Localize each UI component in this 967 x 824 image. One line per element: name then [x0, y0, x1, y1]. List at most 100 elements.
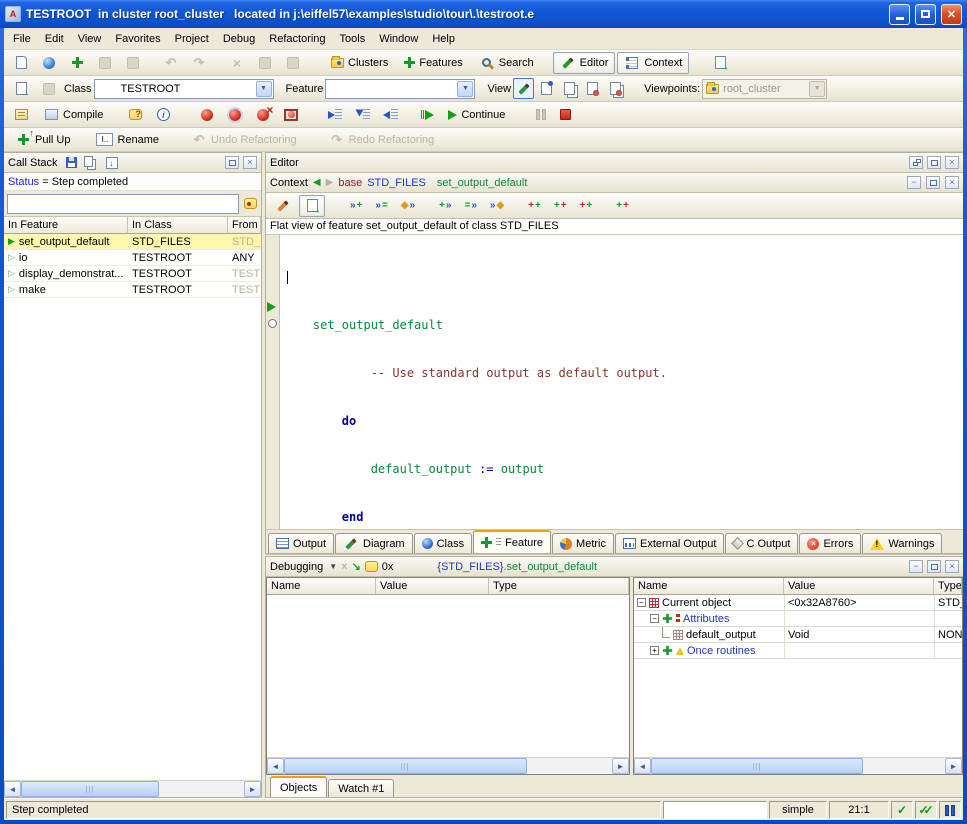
scroll-track[interactable]	[651, 758, 945, 774]
redo-refactoring-button[interactable]: Redo Refactoring	[322, 129, 442, 151]
hex-format-label[interactable]: 0x	[382, 561, 394, 573]
menu-favorites[interactable]: Favorites	[108, 30, 167, 48]
call-stack-close-button[interactable]: ×	[243, 156, 257, 169]
objects-hscrollbar[interactable]	[634, 757, 962, 774]
code-area[interactable]: set_output_default -- Use standard outpu…	[266, 235, 963, 529]
feature-combobox-arrow-icon[interactable]	[457, 81, 473, 97]
tab-watch-1[interactable]: Watch #1	[328, 779, 394, 797]
show-breakpoints-button[interactable]	[278, 104, 304, 126]
history-forward-button[interactable]: ▶	[326, 177, 334, 188]
paste-button[interactable]	[280, 52, 306, 74]
debugging-close-tool-icon[interactable]: ×	[341, 561, 347, 573]
tab-errors[interactable]: ×Errors	[799, 533, 861, 553]
code-text[interactable]: set_output_default -- Use standard outpu…	[280, 235, 963, 529]
save-all-button[interactable]	[120, 52, 146, 74]
expand-toggle[interactable]	[650, 646, 659, 655]
info-button[interactable]: i	[150, 104, 176, 126]
crumb-base[interactable]: base	[338, 177, 362, 189]
breakpoint-gutter[interactable]	[266, 235, 280, 529]
edit-new-feature-button[interactable]	[299, 195, 325, 217]
object-tree-row[interactable]: Attributes	[634, 611, 962, 627]
undo-button[interactable]	[158, 52, 184, 74]
copy-call-stack-button[interactable]	[84, 155, 100, 170]
column-in-class[interactable]: In Class	[128, 217, 228, 234]
maximize-button[interactable]	[915, 4, 936, 25]
call-stack-row[interactable]: ▷display_demonstrat... TESTROOT TESTROOT	[4, 266, 261, 282]
watch-column-type[interactable]: Type	[489, 578, 629, 595]
assignees-button[interactable]: =»	[459, 195, 481, 217]
callers-button[interactable]: »+	[345, 195, 367, 217]
tab-external-output[interactable]: External Output	[615, 533, 724, 553]
history-back-button[interactable]: ◀	[313, 177, 321, 188]
remove-breakpoints-button[interactable]	[250, 104, 276, 126]
clickable-view-button[interactable]	[536, 78, 557, 99]
watch-bubble-icon[interactable]	[365, 561, 378, 572]
cut-button[interactable]	[224, 52, 250, 74]
scroll-track[interactable]	[284, 758, 612, 774]
flat-view-button[interactable]	[559, 78, 580, 99]
debugging-menu-arrow-icon[interactable]: ▼	[329, 562, 337, 571]
watch-column-value[interactable]: Value	[376, 578, 489, 595]
scroll-right-button[interactable]	[945, 758, 962, 774]
rename-button[interactable]: Rename	[89, 129, 166, 151]
scroll-thumb[interactable]	[284, 758, 527, 774]
objects-column-value[interactable]: Value	[784, 578, 934, 595]
tab-feature[interactable]: Feature	[473, 530, 551, 553]
menu-view[interactable]: View	[71, 30, 109, 48]
editor-close-button[interactable]: ×	[945, 156, 959, 169]
watch-hscrollbar[interactable]	[267, 757, 629, 774]
homonyms-button[interactable]: ++	[611, 195, 634, 217]
copy-button[interactable]	[252, 52, 278, 74]
scroll-left-button[interactable]	[4, 781, 21, 797]
menu-refactoring[interactable]: Refactoring	[262, 30, 332, 48]
feature-combobox[interactable]	[325, 79, 475, 99]
tab-class[interactable]: Class	[414, 533, 473, 553]
scroll-right-button[interactable]	[244, 781, 261, 797]
callees-button[interactable]: +»	[434, 195, 456, 217]
class-combobox[interactable]: TESTROOT	[94, 79, 274, 99]
call-stack-row[interactable]: ▷make TESTROOT TESTROOT	[4, 282, 261, 298]
debugging-maximize-button[interactable]	[927, 560, 941, 573]
tab-metric[interactable]: Metric	[552, 533, 614, 553]
editor-toggle-button[interactable]: Editor	[553, 52, 616, 74]
object-tree-row[interactable]: Current object <0x32A8760> STD_FILES	[634, 595, 962, 611]
creations-button[interactable]: »◆	[485, 195, 509, 217]
search-button[interactable]: Search	[472, 52, 541, 74]
compile-help-button[interactable]	[122, 104, 148, 126]
save-call-stack-button[interactable]	[64, 155, 80, 170]
objects-column-name[interactable]: Name	[634, 578, 784, 595]
menu-edit[interactable]: Edit	[38, 30, 71, 48]
features-button[interactable]: Features	[397, 52, 469, 74]
undo-refactoring-button[interactable]: Undo Refactoring	[184, 129, 304, 151]
open-button[interactable]	[36, 52, 62, 74]
expand-toggle[interactable]	[650, 614, 659, 623]
breakpoint-slot-icon[interactable]	[268, 319, 277, 328]
redo-button[interactable]	[186, 52, 212, 74]
call-stack-row[interactable]: ▶set_output_default STD_FILES STD_FILES	[4, 234, 261, 250]
exception-dialog-button[interactable]	[242, 196, 258, 211]
editor-maximize-button[interactable]	[927, 156, 941, 169]
step-over-button[interactable]	[322, 104, 348, 126]
call-stack-row[interactable]: ▷io TESTROOT ANY	[4, 250, 261, 266]
interface-view-button[interactable]	[605, 78, 626, 99]
objects-table-body[interactable]	[634, 659, 962, 757]
column-from[interactable]: From	[228, 217, 261, 234]
watch-table-body[interactable]	[267, 595, 629, 757]
scroll-left-button[interactable]	[267, 758, 284, 774]
object-tree-row[interactable]: Once routines	[634, 643, 962, 659]
menu-tools[interactable]: Tools	[333, 30, 373, 48]
context-toggle-button[interactable]: Context	[617, 52, 689, 74]
crumb-class[interactable]: STD_FILES	[367, 177, 426, 189]
edit-feature-button[interactable]	[270, 195, 296, 217]
external-editor-button[interactable]	[707, 52, 733, 74]
send-to-button[interactable]	[8, 78, 34, 100]
basic-text-view-button[interactable]	[513, 78, 534, 99]
step-out-button[interactable]	[378, 104, 404, 126]
objects-column-type[interactable]: Type	[934, 578, 962, 595]
context-maximize-button[interactable]	[926, 176, 940, 189]
debugging-minimize-button[interactable]: −	[909, 560, 923, 573]
disable-breakpoints-button[interactable]	[222, 104, 248, 126]
new-window-button[interactable]	[8, 52, 34, 74]
tab-warnings[interactable]: Warnings	[862, 533, 942, 553]
menu-help[interactable]: Help	[425, 30, 462, 48]
